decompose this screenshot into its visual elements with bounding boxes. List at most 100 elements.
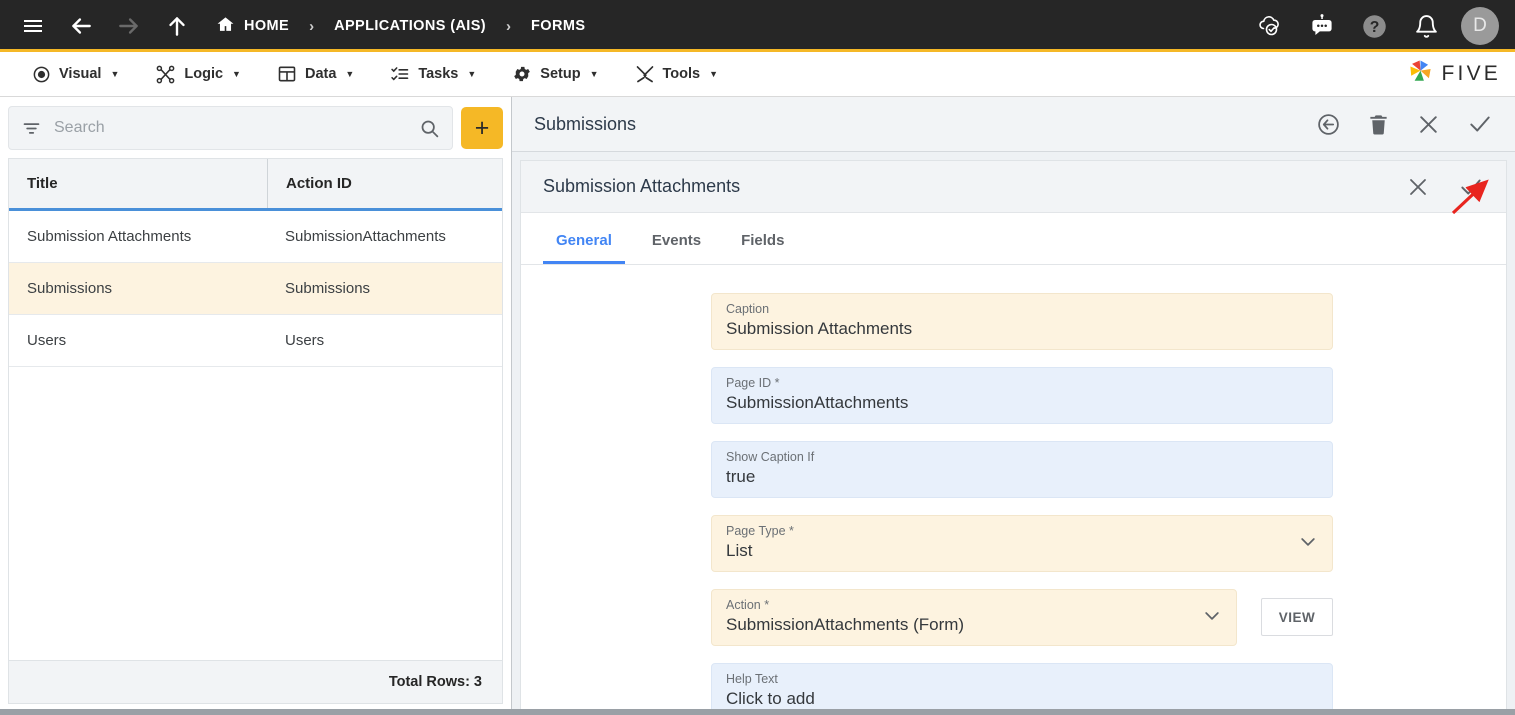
search-input[interactable] — [54, 119, 407, 137]
bell-icon[interactable] — [1409, 9, 1443, 43]
breadcrumb: HOME › APPLICATIONS (AIS) › FORMS — [216, 15, 585, 38]
menu-item-visual[interactable]: Visual ▼ — [14, 52, 137, 96]
breadcrumb-item-applications[interactable]: APPLICATIONS (AIS) — [334, 18, 486, 34]
tab-general[interactable]: General — [543, 232, 625, 264]
general-tab-form: Caption Submission Attachments Page ID *… — [521, 265, 1506, 711]
action-select[interactable]: Action * SubmissionAttachments (Form) — [711, 589, 1237, 646]
breadcrumb-label: HOME — [244, 18, 289, 34]
menu-label: Visual — [59, 66, 101, 82]
breadcrumb-separator: › — [309, 19, 314, 34]
filter-icon[interactable] — [21, 118, 42, 139]
bottom-scrollbar[interactable] — [0, 709, 1515, 715]
top-navigation-bar: HOME › APPLICATIONS (AIS) › FORMS ? — [0, 0, 1515, 52]
hamburger-menu-icon[interactable] — [16, 9, 50, 43]
tab-fields[interactable]: Fields — [728, 232, 797, 264]
search-box[interactable] — [8, 106, 453, 150]
menu-item-data[interactable]: Data ▼ — [259, 52, 372, 96]
field-label: Help Text — [726, 672, 1318, 686]
tab-events[interactable]: Events — [639, 232, 714, 264]
cell-title: Submissions — [9, 280, 267, 297]
menu-item-setup[interactable]: Setup ▼ — [494, 52, 616, 96]
field-label: Page ID * — [726, 376, 1318, 390]
field-label: Show Caption If — [726, 450, 1318, 464]
view-action-button[interactable]: VIEW — [1261, 598, 1333, 636]
field-value: SubmissionAttachments (Form) — [726, 615, 1192, 635]
menu-item-logic[interactable]: Logic ▼ — [137, 52, 259, 96]
page-id-field[interactable]: Page ID * SubmissionAttachments — [711, 367, 1333, 424]
table-row[interactable]: Users Users — [9, 315, 502, 367]
page-type-select[interactable]: Page Type * List — [711, 515, 1333, 572]
cell-title: Users — [9, 332, 267, 349]
chevron-down-icon: ▼ — [110, 69, 119, 79]
pinwheel-logo-icon — [1407, 58, 1434, 90]
menu-item-tools[interactable]: Tools ▼ — [617, 52, 737, 96]
menu-label: Logic — [184, 66, 223, 82]
help-icon[interactable]: ? — [1357, 9, 1391, 43]
close-icon[interactable] — [1416, 112, 1441, 137]
chevron-down-icon: ▼ — [467, 69, 476, 79]
caption-field[interactable]: Caption Submission Attachments — [711, 293, 1333, 350]
brand-name: FIVE — [1442, 62, 1501, 86]
menu-item-tasks[interactable]: Tasks ▼ — [372, 52, 494, 96]
field-label: Caption — [726, 302, 1318, 316]
home-icon — [216, 15, 235, 38]
field-value: List — [726, 541, 1288, 561]
gear-icon — [512, 64, 532, 84]
cell-title: Submission Attachments — [9, 228, 267, 245]
eye-icon — [32, 65, 51, 84]
cell-action-id: Submissions — [267, 280, 502, 297]
grid-empty-space — [9, 367, 502, 660]
menu-label: Data — [305, 66, 336, 82]
field-value: SubmissionAttachments — [726, 393, 1318, 413]
breadcrumb-label: APPLICATIONS (AIS) — [334, 18, 486, 34]
logic-nodes-icon — [155, 64, 176, 85]
detail-panel-header: Submissions — [512, 97, 1515, 152]
detail-panel: Submissions Submission Attachments — [512, 97, 1515, 712]
field-value: true — [726, 467, 1318, 487]
save-check-icon[interactable] — [1467, 111, 1493, 137]
field-value: Submission Attachments — [726, 319, 1318, 339]
add-form-button[interactable]: + — [461, 107, 503, 149]
breadcrumb-item-forms[interactable]: FORMS — [531, 18, 585, 34]
top-bar-actions: ? D — [1253, 7, 1499, 45]
help-text-field[interactable]: Help Text Click to add — [711, 663, 1333, 711]
chatbot-icon[interactable] — [1305, 9, 1339, 43]
search-icon[interactable] — [419, 118, 440, 139]
chevron-down-icon — [1202, 605, 1222, 630]
page-editor-title: Submission Attachments — [543, 176, 740, 197]
forward-arrow-icon — [112, 9, 146, 43]
delete-icon[interactable] — [1367, 113, 1390, 136]
save-check-icon[interactable] — [1458, 174, 1484, 200]
back-arrow-icon[interactable] — [64, 9, 98, 43]
page-editor-card: Submission Attachments General Events Fi… — [520, 160, 1507, 712]
column-header-action-id[interactable]: Action ID — [267, 159, 502, 208]
tools-icon — [635, 64, 655, 84]
cell-action-id: SubmissionAttachments — [267, 228, 502, 245]
application-menu-bar: Visual ▼ Logic ▼ Data ▼ Tasks ▼ Setup ▼ … — [0, 52, 1515, 97]
page-editor-actions — [1406, 174, 1484, 200]
field-label: Action * — [726, 598, 1192, 612]
show-caption-if-field[interactable]: Show Caption If true — [711, 441, 1333, 498]
close-icon[interactable] — [1406, 175, 1430, 199]
avatar[interactable]: D — [1461, 7, 1499, 45]
svg-text:?: ? — [1369, 19, 1379, 36]
table-row[interactable]: Submission Attachments SubmissionAttachm… — [9, 211, 502, 263]
revert-icon[interactable] — [1316, 112, 1341, 137]
menu-label: Setup — [540, 66, 580, 82]
field-value: Click to add — [726, 689, 1318, 709]
column-header-title[interactable]: Title — [9, 159, 267, 208]
five-logo: FIVE — [1407, 58, 1501, 90]
page-editor-header: Submission Attachments — [521, 161, 1506, 213]
page-title: Submissions — [534, 114, 636, 135]
table-grid-icon — [277, 64, 297, 84]
chevron-down-icon — [1298, 531, 1318, 556]
cloud-check-icon[interactable] — [1253, 9, 1287, 43]
field-label: Page Type * — [726, 524, 1288, 538]
breadcrumb-separator: › — [506, 19, 511, 34]
menu-label: Tools — [663, 66, 701, 82]
table-row[interactable]: Submissions Submissions — [9, 263, 502, 315]
editor-tabs: General Events Fields — [521, 213, 1506, 265]
up-arrow-icon[interactable] — [160, 9, 194, 43]
breadcrumb-item-home[interactable]: HOME — [216, 15, 289, 38]
total-rows-label: Total Rows: 3 — [8, 660, 503, 704]
